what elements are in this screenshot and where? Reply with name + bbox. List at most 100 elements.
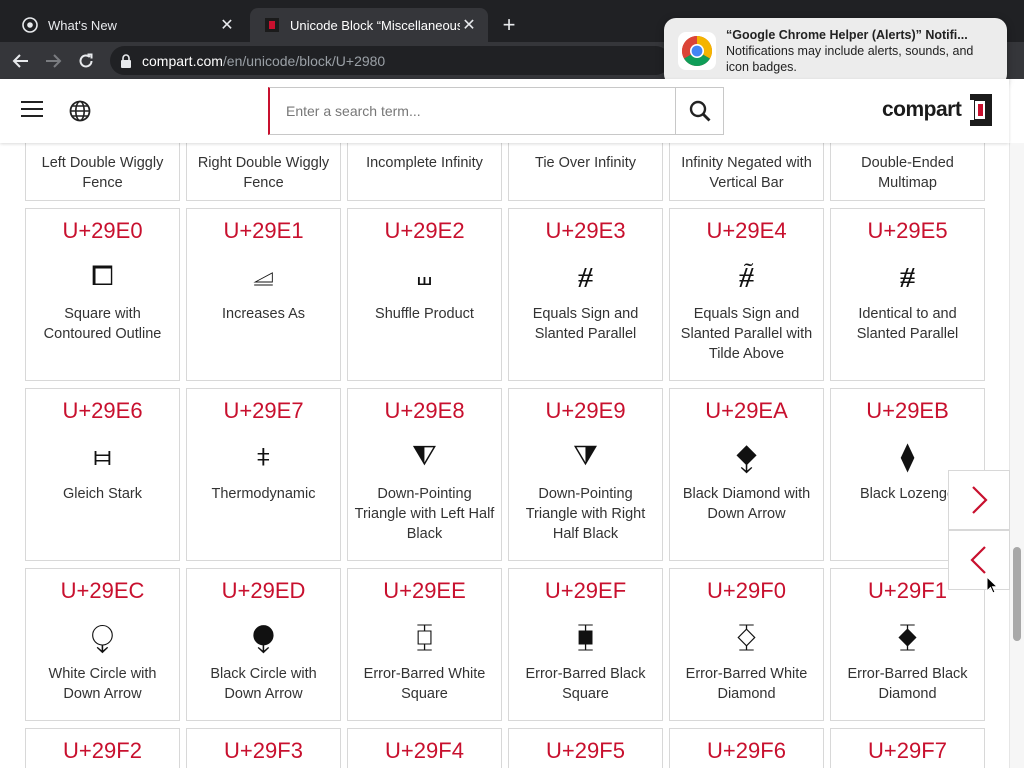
- char-glyph: ⧥: [899, 259, 916, 292]
- site-header: compart: [0, 79, 1009, 143]
- char-glyph: ⧡: [252, 259, 275, 292]
- unicode-card[interactable]: U+29F1 ⧱ Error-Barred Black Diamond: [830, 568, 985, 721]
- close-tab-icon[interactable]: ✕: [218, 16, 236, 34]
- char-code: U+29F4: [385, 738, 464, 763]
- notification-banner[interactable]: “Google Chrome Helper (Alerts)” Notifi..…: [664, 18, 1007, 86]
- unicode-card[interactable]: U+29EC ⧬ White Circle with Down Arrow: [25, 568, 180, 721]
- forward-arrow-icon[interactable]: [40, 48, 66, 74]
- unicode-card[interactable]: U+29E2 ⧢ Shuffle Product: [347, 208, 502, 381]
- unicode-card[interactable]: U+29F7: [830, 728, 985, 768]
- char-code: U+29EF: [544, 578, 627, 603]
- char-name: White Circle with Down Arrow: [48, 666, 157, 702]
- char-name: Equals Sign and Slanted Parallel with Ti…: [680, 306, 813, 362]
- close-tab-icon[interactable]: ✕: [460, 16, 478, 34]
- tab-whats-new[interactable]: What's New ✕: [8, 8, 246, 42]
- address-bar[interactable]: compart.com/en/unicode/block/U+2980: [110, 46, 670, 75]
- back-arrow-icon[interactable]: [8, 48, 34, 74]
- char-glyph: ⧧: [256, 439, 271, 472]
- char-glyph: ⧦: [93, 439, 112, 472]
- char-name: Thermodynamic: [211, 486, 316, 502]
- unicode-card[interactable]: Incomplete Infinity: [347, 143, 502, 201]
- char-code: U+29F0: [707, 578, 786, 603]
- char-glyph: ⧠: [91, 259, 114, 292]
- char-code: U+29EE: [383, 578, 466, 603]
- char-name: Error-Barred Black Square: [525, 666, 646, 702]
- char-name: Error-Barred White Diamond: [685, 666, 808, 702]
- unicode-card[interactable]: U+29E9 ⧩ Down-Pointing Triangle with Right…: [508, 388, 663, 561]
- char-code: U+29EB: [866, 398, 949, 423]
- tab-title: What's New: [48, 17, 117, 33]
- char-name: Left Double Wiggly Fence: [41, 155, 164, 191]
- unicode-card[interactable]: Double-Ended Multimap: [830, 143, 985, 201]
- char-code: U+29F2: [63, 738, 142, 763]
- unicode-card[interactable]: U+29E1 ⧡ Increases As: [186, 208, 341, 381]
- char-name: Infinity Negated with Vertical Bar: [681, 155, 812, 191]
- char-glyph: ⧩: [573, 439, 598, 472]
- char-code: U+29EC: [60, 578, 145, 603]
- unicode-card[interactable]: U+29F6: [669, 728, 824, 768]
- search-input[interactable]: [270, 88, 675, 134]
- mouse-cursor-icon: [986, 575, 999, 599]
- char-name: Square with Contoured Outline: [43, 306, 162, 342]
- char-name: Gleich Stark: [63, 486, 142, 502]
- unicode-card[interactable]: Tie Over Infinity: [508, 143, 663, 201]
- char-name: Error-Barred White Square: [363, 666, 486, 702]
- scrollbar-thumb[interactable]: [1013, 547, 1021, 641]
- char-name: Incomplete Infinity: [366, 155, 483, 171]
- globe-icon[interactable]: [69, 100, 91, 127]
- unicode-card[interactable]: U+29E0 ⧠ Square with Contoured Outline: [25, 208, 180, 381]
- unicode-card[interactable]: U+29E4 ⧤ Equals Sign and Slanted Parallel …: [669, 208, 824, 381]
- unicode-card[interactable]: U+29E7 ⧧ Thermodynamic: [186, 388, 341, 561]
- unicode-card[interactable]: U+29E3 ⧣ Equals Sign and Slanted Parallel: [508, 208, 663, 381]
- char-name: Shuffle Product: [375, 306, 474, 322]
- compart-favicon-icon: [264, 17, 280, 33]
- menu-icon[interactable]: [21, 101, 43, 121]
- unicode-card[interactable]: U+29F5: [508, 728, 663, 768]
- char-glyph: ⧪: [735, 439, 758, 472]
- unicode-card[interactable]: U+29F4: [347, 728, 502, 768]
- char-code: U+29E5: [867, 218, 948, 243]
- url-path: /en/unicode/block/U+2980: [222, 52, 386, 69]
- unicode-card[interactable]: U+29ED ⧭ Black Circle with Down Arrow: [186, 568, 341, 721]
- unicode-card[interactable]: Left Double Wiggly Fence: [25, 143, 180, 201]
- char-glyph: ⧣: [577, 259, 594, 292]
- char-glyph: ⧨: [412, 439, 437, 472]
- page-scrollbar[interactable]: [1009, 143, 1024, 768]
- reload-icon[interactable]: [73, 48, 99, 74]
- url-host: compart.com: [142, 52, 223, 69]
- unicode-card[interactable]: Right Double Wiggly Fence: [186, 143, 341, 201]
- char-name: Equals Sign and Slanted Parallel: [532, 306, 639, 342]
- unicode-card[interactable]: U+29EF ⧯ Error-Barred Black Square: [508, 568, 663, 721]
- compart-logo[interactable]: compart: [882, 94, 993, 126]
- chevron-left-icon: [970, 546, 986, 574]
- char-glyph: ⧤: [738, 259, 755, 292]
- unicode-card[interactable]: Infinity Negated with Vertical Bar: [669, 143, 824, 201]
- unicode-card[interactable]: U+29F0 ⧰ Error-Barred White Diamond: [669, 568, 824, 721]
- tab-unicode-block[interactable]: Unicode Block “Miscellaneous ✕: [250, 8, 488, 42]
- char-code: U+29F6: [707, 738, 786, 763]
- char-name: Tie Over Infinity: [535, 155, 636, 171]
- unicode-card[interactable]: U+29F3: [186, 728, 341, 768]
- char-code: U+29E1: [223, 218, 304, 243]
- previous-page-button[interactable]: [948, 530, 1010, 590]
- unicode-card[interactable]: U+29F2: [25, 728, 180, 768]
- chevron-right-icon: [972, 486, 988, 514]
- unicode-card[interactable]: U+29E6 ⧦ Gleich Stark: [25, 388, 180, 561]
- char-code: U+29ED: [221, 578, 306, 603]
- char-glyph: ⧮: [415, 619, 434, 652]
- new-tab-plus-icon[interactable]: +: [496, 12, 522, 38]
- unicode-card[interactable]: U+29E5 ⧥ Identical to and Slanted Parallel: [830, 208, 985, 381]
- unicode-card[interactable]: U+29EE ⧮ Error-Barred White Square: [347, 568, 502, 721]
- unicode-card[interactable]: U+29EA ⧪ Black Diamond with Down Arrow: [669, 388, 824, 561]
- notification-body: Notifications may include alerts, sounds…: [726, 44, 974, 74]
- lock-icon: [120, 53, 132, 68]
- next-page-button[interactable]: [948, 470, 1010, 530]
- char-code: U+29E9: [545, 398, 626, 423]
- char-code: U+29E3: [545, 218, 626, 243]
- char-code: U+29E8: [384, 398, 465, 423]
- char-code: U+29EA: [705, 398, 788, 423]
- tab-title: Unicode Block “Miscellaneous: [290, 17, 460, 33]
- logo-text: compart: [882, 98, 962, 121]
- unicode-card[interactable]: U+29E8 ⧨ Down-Pointing Triangle with Left …: [347, 388, 502, 561]
- search-button[interactable]: [675, 88, 723, 134]
